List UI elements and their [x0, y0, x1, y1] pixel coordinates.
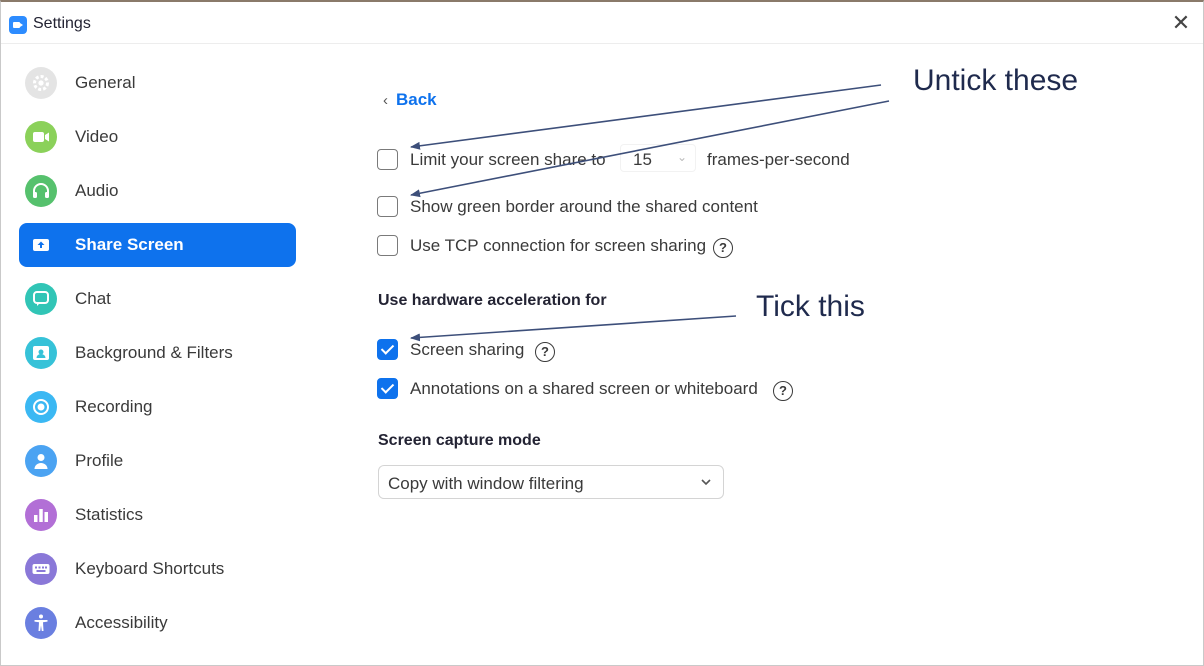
- hw-accel-heading: Use hardware acceleration for: [378, 292, 607, 309]
- keyboard-icon: [25, 553, 57, 585]
- sidebar-item-general[interactable]: General: [19, 61, 296, 105]
- tcp-label: Use TCP connection for screen sharing: [410, 236, 707, 255]
- capture-mode-select[interactable]: Copy with window filtering: [378, 465, 724, 499]
- annotation-tick-this: Tick this: [756, 290, 865, 323]
- gear-icon: [25, 67, 57, 99]
- capture-mode-heading: Screen capture mode: [378, 432, 541, 449]
- sidebar-item-audio[interactable]: Audio: [19, 169, 296, 213]
- hw-screen-sharing-checkbox[interactable]: [377, 339, 398, 360]
- fps-suffix-label: frames-per-second: [707, 150, 850, 169]
- profile-person-icon: [25, 445, 57, 477]
- chevron-down-icon: [701, 479, 711, 486]
- sidebar-item-statistics[interactable]: Statistics: [19, 493, 296, 537]
- title-bar: Settings ✕: [1, 2, 1203, 44]
- tcp-checkbox[interactable]: [377, 235, 398, 256]
- sidebar-item-label: Share Screen: [75, 235, 184, 254]
- help-icon[interactable]: ?: [773, 381, 793, 401]
- settings-window: Settings ✕ General Video Audio Share Scr…: [0, 0, 1204, 666]
- green-border-option: Show green border around the shared cont…: [377, 194, 797, 220]
- sidebar-item-share-screen[interactable]: Share Screen: [19, 223, 296, 267]
- window-title: Settings: [33, 15, 91, 32]
- fps-select[interactable]: 15 ⌄: [620, 144, 696, 172]
- limit-fps-checkbox[interactable]: [377, 149, 398, 170]
- sidebar-item-chat[interactable]: Chat: [19, 277, 296, 321]
- sidebar-item-label: Keyboard Shortcuts: [75, 559, 225, 578]
- hw-screen-sharing-option: Screen sharing ?: [377, 337, 637, 363]
- sidebar-item-video[interactable]: Video: [19, 115, 296, 159]
- help-icon[interactable]: ?: [713, 238, 733, 258]
- sidebar-item-background-filters[interactable]: Background & Filters: [19, 331, 296, 375]
- annotation-untick-these: Untick these: [913, 64, 1079, 97]
- chevron-down-icon: ⌄: [676, 150, 687, 164]
- sidebar-item-profile[interactable]: Profile: [19, 439, 296, 483]
- help-icon[interactable]: ?: [535, 342, 555, 362]
- chat-bubble-icon: [25, 283, 57, 315]
- sidebar-item-recording[interactable]: Recording: [19, 385, 296, 429]
- limit-fps-option: Limit your screen share to 15 ⌄ frames-p…: [377, 144, 937, 173]
- background-person-icon: [25, 337, 57, 369]
- capture-mode-value: Copy with window filtering: [388, 474, 584, 493]
- video-camera-icon: [25, 121, 57, 153]
- settings-sidebar: General Video Audio Share Screen Chat Ba…: [1, 46, 311, 666]
- close-button[interactable]: ✕: [1169, 11, 1193, 35]
- bar-chart-icon: [25, 499, 57, 531]
- tcp-option: Use TCP connection for screen sharing ?: [377, 233, 797, 259]
- share-screen-icon: [25, 229, 57, 261]
- sidebar-item-keyboard-shortcuts[interactable]: Keyboard Shortcuts: [19, 547, 296, 591]
- sidebar-item-label: Accessibility: [75, 613, 168, 632]
- back-label: Back: [396, 90, 437, 109]
- sidebar-item-accessibility[interactable]: Accessibility: [19, 601, 296, 645]
- back-button[interactable]: ‹ Back: [383, 90, 437, 110]
- sidebar-item-label: Video: [75, 127, 119, 146]
- chevron-left-icon: ‹: [383, 92, 388, 109]
- sidebar-item-label: Audio: [75, 181, 119, 200]
- headphones-icon: [25, 175, 57, 207]
- accessibility-icon: [25, 607, 57, 639]
- sidebar-item-label: Background & Filters: [75, 343, 233, 362]
- green-border-checkbox[interactable]: [377, 196, 398, 217]
- hw-screen-sharing-label: Screen sharing: [410, 340, 525, 359]
- record-icon: [25, 391, 57, 423]
- sidebar-item-label: Chat: [75, 289, 111, 308]
- zoom-app-icon: [9, 16, 27, 34]
- green-border-label: Show green border around the shared cont…: [410, 197, 758, 216]
- limit-fps-label: Limit your screen share to: [410, 150, 606, 169]
- sidebar-item-label: General: [75, 73, 136, 92]
- hw-annotations-label: Annotations on a shared screen or whiteb…: [410, 379, 758, 398]
- share-screen-advanced-panel: ‹ Back Limit your screen share to 15 ⌄ fr…: [311, 46, 1203, 666]
- sidebar-item-label: Statistics: [75, 505, 144, 524]
- sidebar-item-label: Profile: [75, 451, 124, 470]
- hw-annotations-option: Annotations on a shared screen or whiteb…: [377, 376, 817, 402]
- fps-value: 15: [633, 150, 652, 169]
- hw-annotations-checkbox[interactable]: [377, 378, 398, 399]
- sidebar-item-label: Recording: [75, 397, 153, 416]
